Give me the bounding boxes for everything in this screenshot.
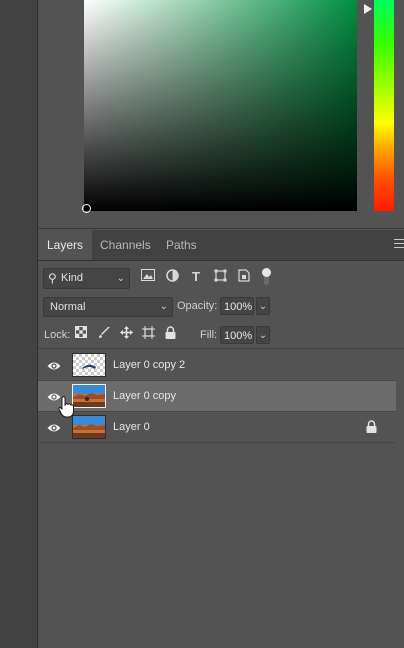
chevron-down-icon: ⌄ [116, 273, 125, 284]
layer-thumbnail[interactable] [72, 384, 106, 408]
filter-kind-select[interactable]: ⚲ Kind ⌄ [43, 268, 130, 289]
left-tool-strip [0, 0, 38, 648]
panel-menu-icon[interactable] [394, 239, 404, 249]
saturation-brightness-field[interactable] [84, 0, 357, 211]
shape-filter-icon[interactable] [212, 269, 228, 285]
visibility-eye-icon[interactable] [47, 421, 61, 433]
lock-image-pixels-icon[interactable] [96, 326, 112, 342]
panel-tab-bar: Layers Channels Paths [38, 230, 404, 261]
layer-row-layer-0[interactable]: Layer 0 [38, 412, 396, 443]
lock-fill-row: Lock: Fill: 100% ⌄ [38, 324, 404, 346]
opacity-field[interactable]: 100% [220, 297, 254, 315]
blend-mode-select[interactable]: Normal ⌄ [43, 297, 173, 317]
lock-artboard-icon[interactable] [140, 326, 156, 342]
hand-pointer-cursor-icon [58, 396, 76, 418]
tab-paths[interactable]: Paths [157, 230, 206, 260]
tab-layers[interactable]: Layers [38, 230, 93, 260]
image-filter-icon[interactable] [140, 269, 156, 285]
layer-locked-icon [366, 420, 378, 433]
lock-transparent-pixels-icon[interactable] [73, 326, 89, 342]
visibility-eye-icon[interactable] [47, 359, 61, 371]
smart-object-filter-icon[interactable] [236, 269, 252, 285]
filter-toggle-switch[interactable] [262, 268, 271, 287]
hue-slider-marker-icon[interactable] [364, 4, 372, 14]
opacity-dropdown-icon[interactable]: ⌄ [256, 297, 270, 315]
fill-field[interactable]: 100% [220, 326, 254, 344]
opacity-label: Opacity: [177, 300, 218, 312]
filter-row: ⚲ Kind ⌄ T [38, 266, 404, 292]
adjustment-filter-icon[interactable] [164, 269, 180, 285]
layer-name[interactable]: Layer 0 copy 2 [113, 350, 185, 380]
lock-all-icon[interactable] [162, 326, 178, 342]
layers-panel: Layers Channels Paths ⚲ Kind ⌄ T Normal [38, 230, 404, 648]
type-filter-icon[interactable]: T [188, 269, 204, 285]
search-icon: ⚲ [48, 271, 57, 285]
layer-name[interactable]: Layer 0 copy [113, 381, 176, 411]
layer-thumbnail[interactable] [72, 353, 106, 377]
blend-opacity-row: Normal ⌄ Opacity: 100% ⌄ [38, 296, 404, 318]
divider [38, 348, 404, 349]
layer-row-layer-0-copy[interactable]: Layer 0 copy [38, 381, 396, 412]
layer-name[interactable]: Layer 0 [113, 412, 150, 442]
layer-row-layer-0-copy-2[interactable]: Layer 0 copy 2 [38, 350, 396, 381]
color-picker-cursor[interactable] [82, 204, 91, 213]
chevron-down-icon: ⌄ [159, 301, 168, 312]
layer-thumbnail[interactable] [72, 415, 106, 439]
layers-scrollbar-track[interactable] [396, 350, 404, 648]
hue-slider[interactable] [374, 0, 394, 211]
tab-channels[interactable]: Channels [91, 230, 160, 260]
fill-dropdown-icon[interactable]: ⌄ [256, 326, 270, 344]
lock-label: Lock: [44, 329, 71, 341]
lock-position-icon[interactable] [118, 326, 134, 342]
fill-label: Fill: [200, 329, 218, 341]
